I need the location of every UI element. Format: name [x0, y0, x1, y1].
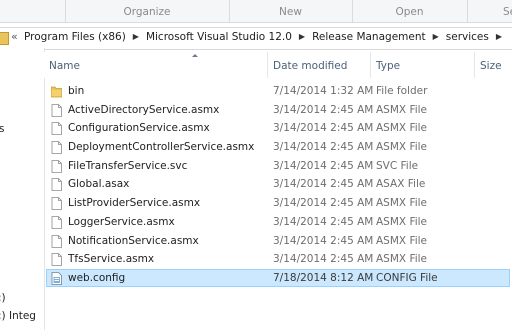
- file-type: SVC File: [376, 159, 419, 172]
- file-type: File folder: [376, 85, 428, 97]
- column-header-date-modified[interactable]: Date modified: [268, 52, 371, 78]
- file-row-selected[interactable]: web.config 7/18/2014 8:12 AM CONFIG File: [44, 268, 512, 288]
- breadcrumb-release-management[interactable]: Release Management: [312, 31, 426, 43]
- file-name: FileTransferService.svc: [68, 159, 188, 172]
- breadcrumb-separator-icon[interactable]: ▶: [496, 32, 502, 41]
- file-icon: [51, 197, 62, 211]
- organize-group[interactable]: Organize: [65, 0, 230, 22]
- breadcrumb: Program Files (x86) ▶ Microsoft Visual Stu…: [24, 31, 509, 43]
- file-date: 3/14/2014 2:45 AM: [273, 253, 373, 266]
- column-header-type[interactable]: Type: [371, 52, 475, 78]
- file-icon: [51, 159, 62, 173]
- address-bar[interactable]: « Program Files (x86) ▶ Microsoft Visual S…: [0, 27, 512, 50]
- file-type: ASMX File: [376, 141, 428, 154]
- new-group[interactable]: New: [229, 0, 353, 22]
- file-date: 3/14/2014 2:45 AM: [273, 197, 373, 210]
- file-name: LoggerService.asmx: [68, 215, 175, 228]
- file-date: 3/14/2014 2:45 AM: [273, 141, 373, 154]
- breadcrumb-program-files[interactable]: Program Files (x86): [24, 31, 126, 43]
- file-date: 3/14/2014 2:45 AM: [273, 215, 373, 228]
- file-name: ListProviderService.asmx: [68, 197, 201, 210]
- file-row[interactable]: ConfigurationService.asmx 3/14/2014 2:45…: [44, 119, 512, 138]
- file-row[interactable]: NotificationService.asmx 3/14/2014 2:45 …: [44, 232, 512, 251]
- file-icon: [51, 234, 62, 248]
- nav-item-fragment[interactable]: :) Integ: [0, 310, 36, 322]
- file-name: web.config: [68, 271, 126, 284]
- file-type: ASMX File: [376, 234, 428, 247]
- open-group[interactable]: Open: [352, 0, 468, 22]
- file-type: ASMX File: [376, 197, 428, 210]
- column-header-row: Name Date modified Type Size: [44, 52, 512, 78]
- file-type: ASMX File: [376, 253, 428, 266]
- file-type: ASMX File: [376, 122, 428, 135]
- file-name: ConfigurationService.asmx: [68, 122, 210, 135]
- config-file-icon: [51, 271, 62, 285]
- file-date: 3/14/2014 2:45 AM: [273, 103, 373, 116]
- file-name: TfsService.asmx: [68, 253, 155, 266]
- nav-item-fragment[interactable]: :): [0, 292, 6, 304]
- breadcrumb-separator-icon[interactable]: ▶: [133, 32, 139, 41]
- file-date: 3/14/2014 2:45 AM: [273, 122, 373, 135]
- breadcrumb-overflow[interactable]: «: [11, 30, 18, 43]
- file-row[interactable]: TfsService.asmx 3/14/2014 2:45 AM ASMX F…: [44, 250, 512, 269]
- file-type: ASAX File: [376, 178, 426, 191]
- file-name: Global.asax: [68, 178, 130, 191]
- file-icon: [51, 122, 62, 136]
- file-name: NotificationService.asmx: [68, 234, 199, 247]
- breadcrumb-separator-icon[interactable]: ▶: [433, 32, 439, 41]
- file-name: ActiveDirectoryService.asmx: [68, 103, 220, 116]
- file-name: DeploymentControllerService.asmx: [68, 141, 255, 154]
- file-row[interactable]: ListProviderService.asmx 3/14/2014 2:45 …: [44, 194, 512, 213]
- breadcrumb-visual-studio[interactable]: Microsoft Visual Studio 12.0: [146, 31, 292, 43]
- toolbar-blank-section: [0, 0, 66, 22]
- file-icon: [51, 178, 62, 192]
- file-list: bin 7/14/2014 1:32 AM File folder Active…: [44, 82, 512, 288]
- folder-icon: [0, 32, 9, 45]
- file-type: CONFIG File: [376, 271, 438, 284]
- file-type: ASMX File: [376, 215, 428, 228]
- select-group[interactable]: Se: [467, 0, 512, 22]
- file-row[interactable]: FileTransferService.svc 3/14/2014 2:45 A…: [44, 157, 512, 176]
- folder-icon: [51, 86, 62, 98]
- column-header-name[interactable]: Name: [44, 52, 268, 78]
- navigation-pane: s :) :) Integ: [0, 48, 45, 330]
- file-icon: [51, 253, 62, 267]
- file-row[interactable]: ActiveDirectoryService.asmx 3/14/2014 2:…: [44, 101, 512, 120]
- file-name: bin: [68, 85, 85, 97]
- file-date: 3/14/2014 2:45 AM: [273, 178, 373, 191]
- file-row[interactable]: bin 7/14/2014 1:32 AM File folder: [44, 82, 512, 101]
- file-icon: [51, 141, 62, 154]
- file-type: ASMX File: [376, 103, 428, 116]
- file-date: 7/14/2014 1:32 AM: [273, 85, 373, 97]
- file-row[interactable]: Global.asax 3/14/2014 2:45 AM ASAX File: [44, 175, 512, 194]
- file-icon: [51, 215, 62, 229]
- column-header-size[interactable]: Size: [475, 52, 512, 78]
- nav-item-fragment[interactable]: s: [0, 123, 4, 135]
- command-bar: Organize New Open Se: [0, 0, 512, 23]
- breadcrumb-services[interactable]: services: [446, 31, 489, 43]
- file-icon: [51, 103, 62, 117]
- file-date: 3/14/2014 2:45 AM: [273, 234, 373, 247]
- file-row[interactable]: DeploymentControllerService.asmx 3/14/20…: [44, 138, 512, 157]
- file-date: 7/18/2014 8:12 AM: [273, 271, 373, 284]
- file-date: 3/14/2014 2:45 AM: [273, 159, 373, 172]
- file-row[interactable]: LoggerService.asmx 3/14/2014 2:45 AM ASM…: [44, 213, 512, 232]
- breadcrumb-separator-icon[interactable]: ▶: [299, 32, 305, 41]
